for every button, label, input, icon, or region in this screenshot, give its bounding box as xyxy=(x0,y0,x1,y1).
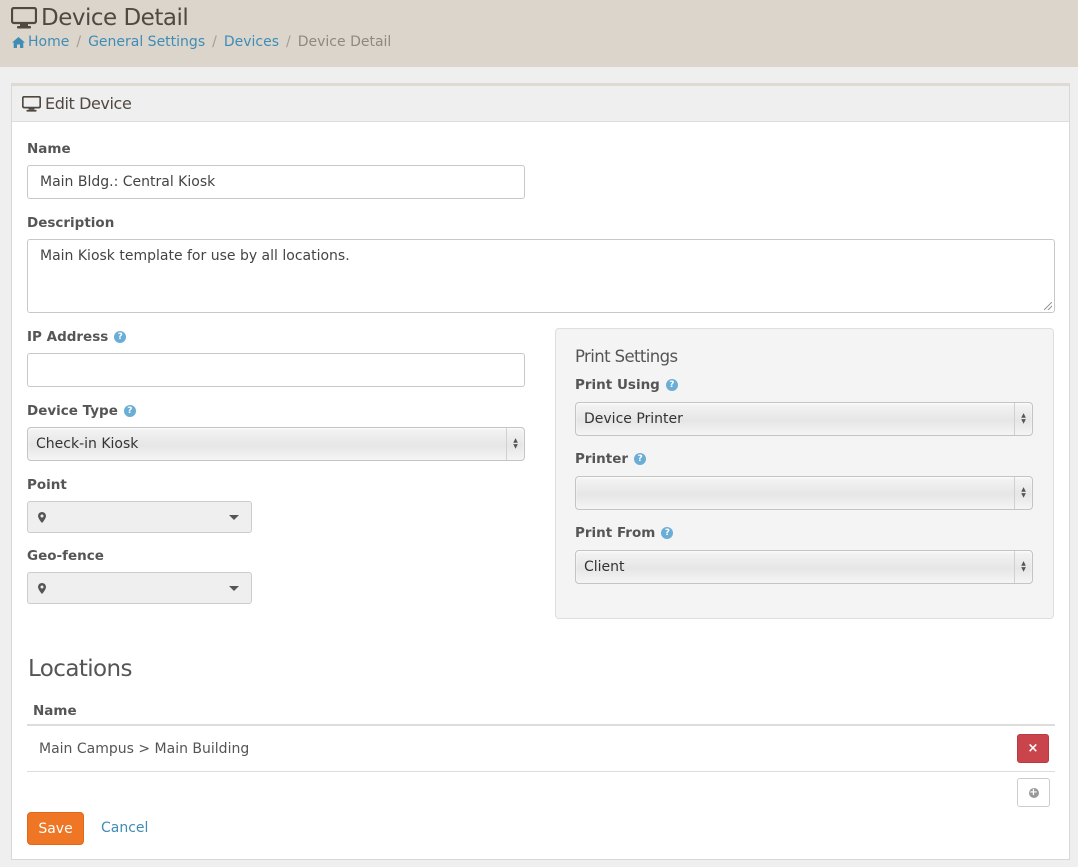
help-icon[interactable]: ? xyxy=(114,331,127,343)
breadcrumb-separator: / xyxy=(286,34,291,50)
device-type-value: Check-in Kiosk xyxy=(36,436,139,452)
column-header-name: Name xyxy=(33,703,77,719)
location-name: Main Campus > Main Building xyxy=(39,740,250,757)
resize-grip[interactable] xyxy=(1044,302,1052,310)
point-picker[interactable] xyxy=(27,501,252,533)
page-header: Device Detail Home / General Settings / … xyxy=(0,0,1078,67)
name-input[interactable]: Main Bldg.: Central Kiosk xyxy=(27,165,525,199)
breadcrumb-separator: / xyxy=(212,34,217,50)
help-icon[interactable]: ? xyxy=(123,405,136,417)
table-row: Main Campus > Main Building × xyxy=(27,726,1055,772)
print-settings-title: Print Settings xyxy=(575,347,678,366)
ip-address-label: IP Address ? xyxy=(27,329,127,345)
device-type-select[interactable]: Check-in Kiosk ▲ ▼ xyxy=(27,427,525,461)
locations-table-header: Name xyxy=(27,698,1055,726)
panel-title: Edit Device xyxy=(45,94,132,113)
print-from-select[interactable]: Client ▲ ▼ xyxy=(575,550,1033,584)
name-label-text: Name xyxy=(27,141,71,157)
home-icon xyxy=(12,36,25,48)
help-icon[interactable]: ? xyxy=(634,453,647,465)
print-using-label-text: Print Using xyxy=(575,377,660,393)
print-using-value: Device Printer xyxy=(584,411,683,427)
cancel-link[interactable]: Cancel xyxy=(101,820,148,836)
chevron-down-icon xyxy=(229,586,239,591)
point-label-text: Point xyxy=(27,477,67,493)
print-from-label: Print From ? xyxy=(575,525,674,541)
description-textarea[interactable]: Main Kiosk template for use by all locat… xyxy=(27,239,1055,313)
geofence-label: Geo-fence xyxy=(27,548,104,564)
name-input-value: Main Bldg.: Central Kiosk xyxy=(40,174,216,190)
map-marker-icon xyxy=(38,511,46,523)
select-stepper-icon: ▲ ▼ xyxy=(506,428,524,460)
breadcrumb-separator: / xyxy=(76,34,82,50)
save-button[interactable]: Save xyxy=(27,812,84,845)
description-value: Main Kiosk template for use by all locat… xyxy=(40,248,350,264)
printer-label: Printer ? xyxy=(575,451,647,467)
print-from-label-text: Print From xyxy=(575,525,656,541)
ip-address-label-text: IP Address xyxy=(27,329,109,345)
edit-device-panel: Edit Device Name Main Bldg.: Central Kio… xyxy=(11,83,1070,860)
select-stepper-icon: ▲ ▼ xyxy=(1014,477,1032,509)
breadcrumb-general-settings[interactable]: General Settings xyxy=(88,34,205,50)
name-label: Name xyxy=(27,141,71,157)
geofence-label-text: Geo-fence xyxy=(27,548,104,564)
page-title-text: Device Detail xyxy=(41,5,189,31)
select-stepper-icon: ▲ ▼ xyxy=(1014,551,1032,583)
device-type-label: Device Type ? xyxy=(27,403,136,419)
breadcrumb: Home / General Settings / Devices / Devi… xyxy=(12,34,391,50)
help-icon[interactable]: ? xyxy=(661,527,674,539)
locations-title: Locations xyxy=(28,656,132,682)
desktop-icon xyxy=(11,7,37,29)
delete-location-button[interactable]: × xyxy=(1017,734,1049,763)
help-icon[interactable]: ? xyxy=(665,379,678,391)
chevron-down-icon xyxy=(229,515,239,520)
description-label: Description xyxy=(27,215,114,231)
map-marker-icon xyxy=(38,582,46,594)
device-type-label-text: Device Type xyxy=(27,403,118,419)
breadcrumb-current: Device Detail xyxy=(297,34,392,50)
print-using-select[interactable]: Device Printer ▲ ▼ xyxy=(575,402,1033,436)
breadcrumb-devices[interactable]: Devices xyxy=(224,34,279,50)
panel-heading: Edit Device xyxy=(12,86,1069,122)
ip-address-input[interactable] xyxy=(27,353,525,387)
print-settings-well: Print Settings Print Using ? Device Prin… xyxy=(555,328,1054,619)
point-label: Point xyxy=(27,477,67,493)
printer-label-text: Printer xyxy=(575,451,629,467)
select-stepper-icon: ▲ ▼ xyxy=(1014,403,1032,435)
geofence-picker[interactable] xyxy=(27,572,252,604)
description-label-text: Description xyxy=(27,215,115,231)
desktop-icon xyxy=(22,95,41,112)
page-title: Device Detail xyxy=(11,5,189,31)
print-from-value: Client xyxy=(584,559,625,575)
printer-select[interactable]: ▲ ▼ xyxy=(575,476,1033,510)
print-using-label: Print Using ? xyxy=(575,377,678,393)
close-icon: × xyxy=(1027,741,1039,756)
add-location-button[interactable]: + xyxy=(1017,778,1050,807)
breadcrumb-home[interactable]: Home xyxy=(28,34,69,50)
plus-circle-icon: + xyxy=(1028,786,1039,798)
